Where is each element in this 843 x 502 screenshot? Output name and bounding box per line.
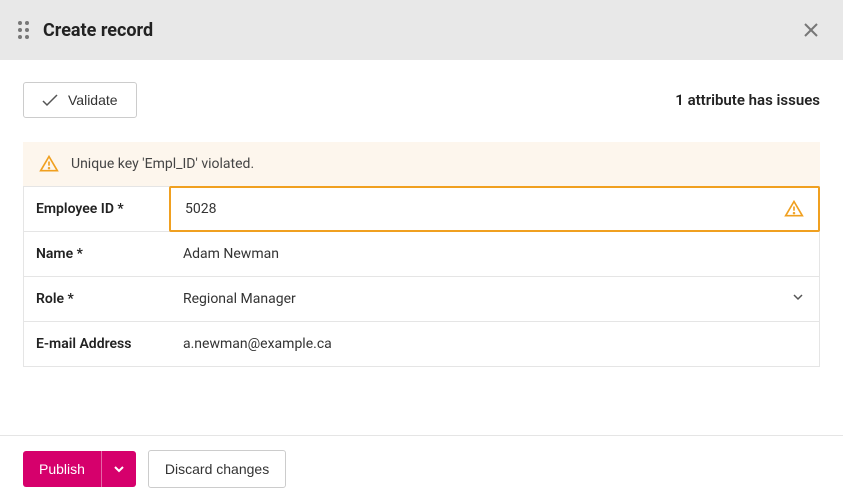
- publish-dropdown-button[interactable]: [101, 451, 136, 487]
- header-left: Create record: [18, 20, 153, 41]
- employee-id-value: 5028: [185, 201, 216, 217]
- issues-count-text: 1 attribute has issues: [675, 91, 820, 109]
- role-select[interactable]: Regional Manager: [169, 277, 819, 321]
- close-button[interactable]: [799, 18, 823, 42]
- warning-icon: [39, 154, 59, 174]
- name-field[interactable]: Adam Newman: [169, 232, 819, 276]
- email-value: a.newman@example.ca: [183, 336, 332, 352]
- modal-title: Create record: [43, 20, 153, 41]
- chevron-down-icon: [112, 462, 126, 476]
- modal-content: Validate 1 attribute has issues Unique k…: [0, 60, 843, 367]
- form-row-employee-id: Employee ID * 5028: [24, 186, 819, 231]
- employee-id-label: Employee ID *: [24, 187, 169, 231]
- form-row-role: Role * Regional Manager: [24, 276, 819, 321]
- chevron-down-icon: [791, 290, 805, 308]
- modal-footer: Publish Discard changes: [0, 435, 843, 502]
- form-row-email: E-mail Address a.newman@example.ca: [24, 321, 819, 366]
- form-table: Employee ID * 5028 Name * Adam Ne: [23, 186, 820, 367]
- warning-message: Unique key 'Empl_ID' violated.: [71, 156, 254, 172]
- role-value: Regional Manager: [183, 291, 296, 307]
- discard-button[interactable]: Discard changes: [148, 450, 286, 488]
- employee-id-field[interactable]: 5028: [169, 186, 820, 232]
- validate-button[interactable]: Validate: [23, 82, 137, 118]
- warning-icon: [784, 199, 804, 219]
- email-label: E-mail Address: [24, 322, 169, 366]
- checkmark-icon: [42, 94, 58, 107]
- name-label: Name *: [24, 232, 169, 276]
- form-row-name: Name * Adam Newman: [24, 231, 819, 276]
- publish-button[interactable]: Publish: [23, 451, 101, 487]
- role-label: Role *: [24, 277, 169, 321]
- validate-label: Validate: [68, 92, 118, 108]
- name-value: Adam Newman: [183, 246, 279, 262]
- drag-handle-icon[interactable]: [18, 21, 29, 39]
- publish-button-group: Publish: [23, 451, 136, 487]
- toolbar-row: Validate 1 attribute has issues: [23, 82, 820, 118]
- close-icon: [803, 22, 819, 38]
- email-field[interactable]: a.newman@example.ca: [169, 322, 819, 366]
- modal-header: Create record: [0, 0, 843, 60]
- warning-banner: Unique key 'Empl_ID' violated.: [23, 142, 820, 186]
